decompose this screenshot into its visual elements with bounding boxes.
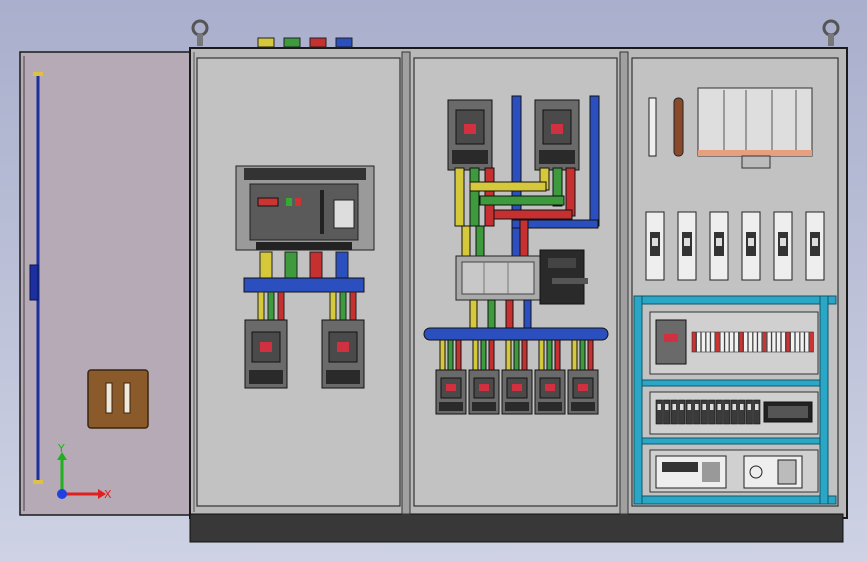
mccb-bottom-row (435, 339, 599, 415)
section-divider-1 (401, 51, 411, 515)
door-handle[interactable] (87, 369, 149, 429)
y-axis-label: Y (57, 442, 65, 455)
cabinet-plinth (189, 513, 844, 543)
distribution-busbar (423, 327, 609, 341)
mcb-3[interactable] (709, 211, 729, 281)
section-divider-2 (619, 51, 629, 515)
mcb-1[interactable] (645, 211, 665, 281)
mcb-2[interactable] (677, 211, 697, 281)
horizontal-busbar (243, 277, 365, 293)
mccb-top-1[interactable] (447, 99, 493, 171)
control-row-1 (649, 311, 819, 375)
switch-disconnector[interactable] (455, 249, 588, 305)
mccb-bottom-4[interactable] (534, 339, 566, 415)
mccb-bottom-2[interactable] (468, 339, 500, 415)
mccb-left-1[interactable] (244, 319, 288, 389)
mccb-left-2[interactable] (321, 319, 365, 389)
distribution-busbar-section (413, 57, 618, 507)
air-circuit-breaker[interactable] (235, 165, 375, 251)
incoming-breaker-section (193, 52, 401, 512)
control-row-3 (649, 449, 819, 493)
mcb-4[interactable] (741, 211, 761, 281)
mccb-top-2[interactable] (534, 99, 580, 171)
mccb-bottom-1[interactable] (435, 339, 467, 415)
plc-controller[interactable] (655, 455, 727, 489)
electrical-cabinet-cad-view: X Y (0, 0, 867, 562)
open-door (19, 51, 193, 516)
mccb-bottom-5[interactable] (567, 339, 599, 415)
control-row-2 (649, 391, 819, 435)
mcb-6[interactable] (805, 211, 825, 281)
mccb-bottom-3[interactable] (501, 339, 533, 415)
power-supply[interactable] (743, 455, 803, 489)
control-section (631, 57, 839, 507)
x-axis-label: X (104, 488, 112, 501)
mcb-5[interactable] (773, 211, 793, 281)
din-rail-trunking (697, 87, 813, 169)
